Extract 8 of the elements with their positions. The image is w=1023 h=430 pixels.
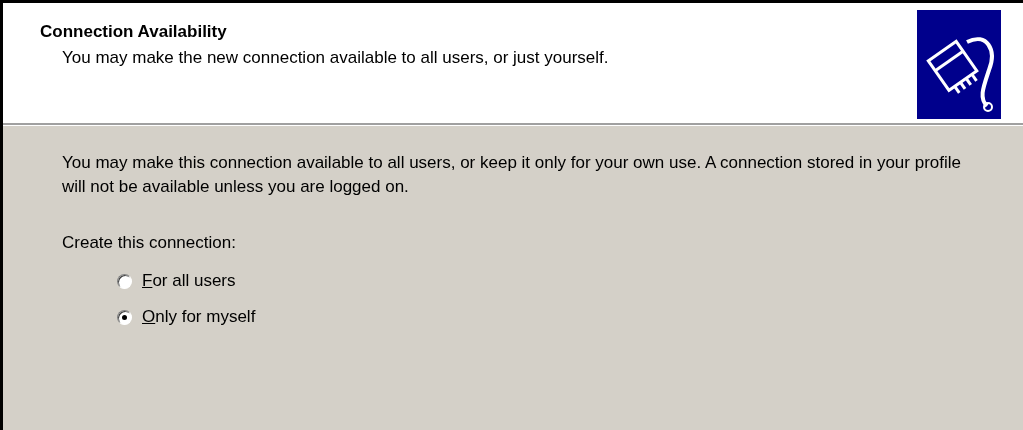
radio-option[interactable]: Only for myself: [117, 307, 1023, 327]
description-text: You may make this connection available to all users, or keep it only for your own use. A connection stored in your profile will not be available unless you are logged on.: [62, 152, 962, 198]
radio-option[interactable]: For all users: [117, 271, 1023, 291]
page-subtitle: You may make the new connection available to all users, or just yourself.: [62, 48, 609, 68]
page-title: Connection Availability: [40, 22, 228, 42]
radio-button-icon[interactable]: [117, 273, 132, 289]
network-cable-icon: [917, 10, 1001, 119]
prompt-label: Create this connection:: [62, 233, 237, 253]
